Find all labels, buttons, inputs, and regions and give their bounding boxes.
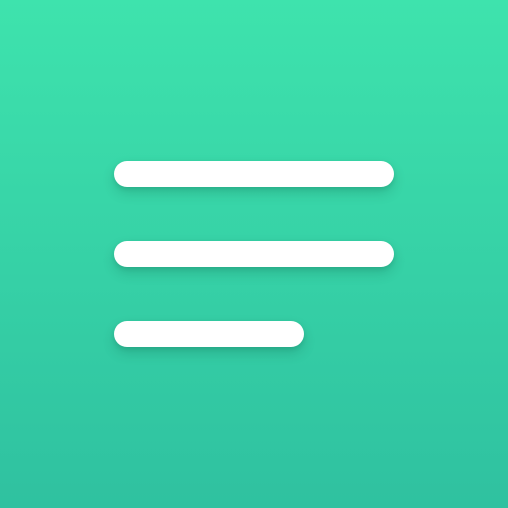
- menu-line-middle: [114, 241, 394, 267]
- menu-lines-icon: [0, 0, 508, 508]
- menu-line-top: [114, 161, 394, 187]
- app-icon[interactable]: [0, 0, 508, 508]
- menu-line-bottom: [114, 321, 304, 347]
